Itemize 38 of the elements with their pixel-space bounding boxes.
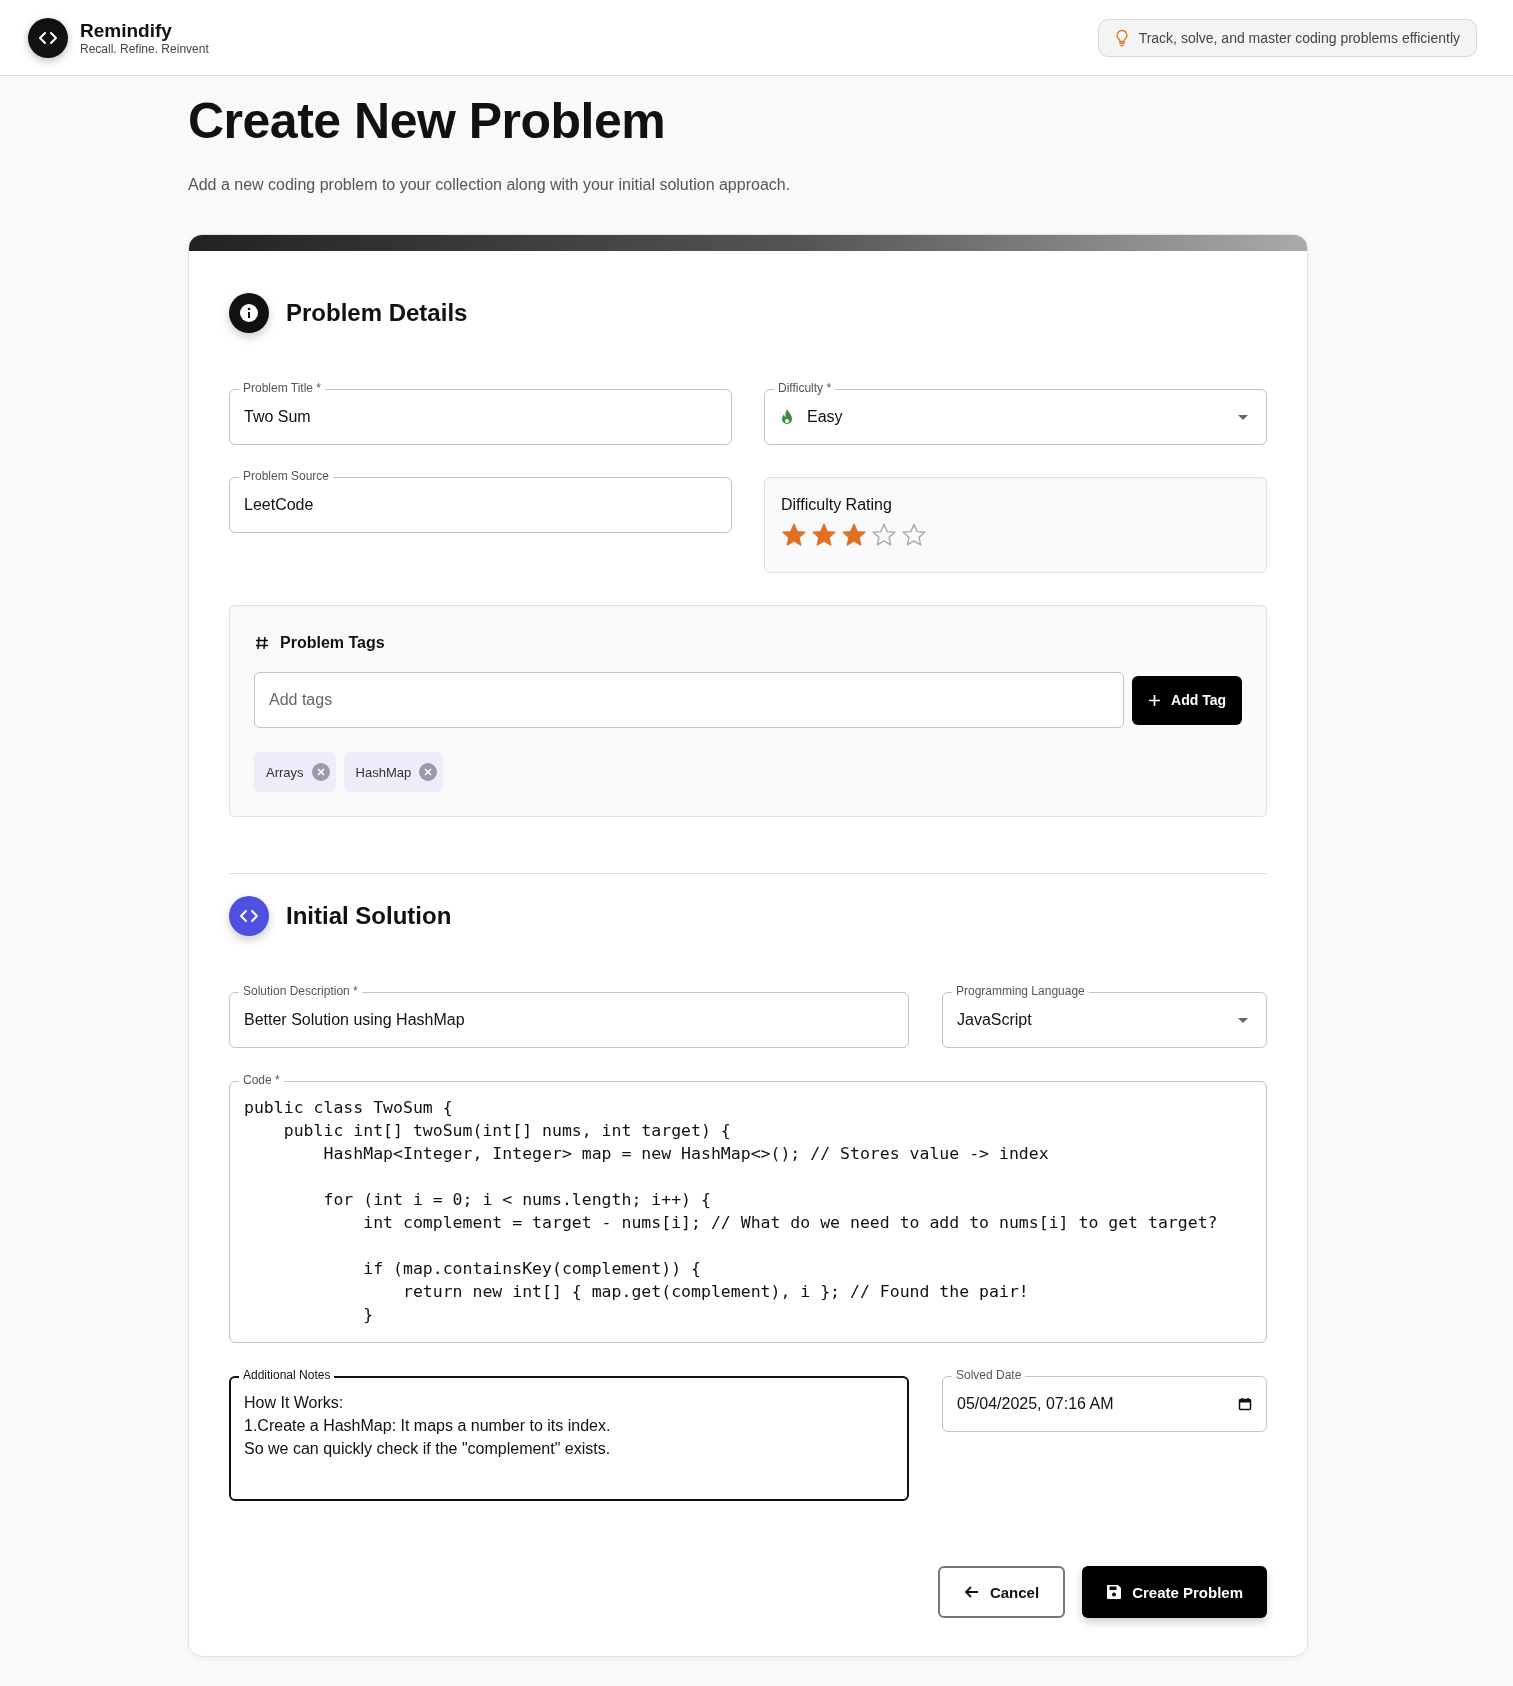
app-name: Remindify [80,19,173,42]
empty-star-icon[interactable] [901,522,927,548]
info-icon [229,293,269,333]
field-label: Programming Language [952,984,1089,998]
section-heading: Initial Solution [286,902,452,930]
field-label: Solved Date [952,1368,1026,1382]
tag-chip[interactable]: HashMap [343,752,444,792]
arrow-left-icon [963,1584,980,1600]
filled-star-icon[interactable] [781,522,807,548]
filled-star-icon[interactable] [811,522,837,548]
page-subtitle: Add a new coding problem to your collection along with your initial solution approach. [188,176,792,194]
section-heading: Problem Details [286,299,468,327]
caret-icon [1238,414,1248,420]
page-title: Create New Problem [188,92,667,150]
tip-text: Track, solve, and master coding problems efficiently [1138,29,1460,46]
plus-icon [1148,693,1162,707]
flame-icon [779,408,795,426]
code-icon [229,896,269,936]
rating-label: Difficulty Rating [781,496,893,514]
empty-star-icon[interactable] [871,522,897,548]
remove-icon[interactable] [311,763,330,781]
lightbulb-icon [1114,28,1129,47]
field-label: Difficulty * [774,381,836,395]
caret-icon [1238,1017,1248,1023]
star-rating[interactable] [781,522,927,548]
save-icon [1106,1584,1123,1600]
remove-icon[interactable] [419,763,438,781]
code-logo-icon [28,17,68,58]
filled-star-icon[interactable] [841,522,867,548]
create-button[interactable]: Create Problem [1082,1566,1267,1618]
tags-heading: Problem Tags [280,634,385,652]
app-tagline: Recall. Refine. Reinvent [80,41,209,56]
hash-icon [254,635,270,651]
add-tag-button[interactable]: Add Tag [1132,675,1242,725]
calendar-icon[interactable] [1238,1397,1252,1411]
tag-input[interactable]: Add tags [254,672,1125,728]
cancel-button[interactable]: Cancel [937,1566,1066,1618]
tag-chip[interactable]: Arrays [254,752,336,792]
